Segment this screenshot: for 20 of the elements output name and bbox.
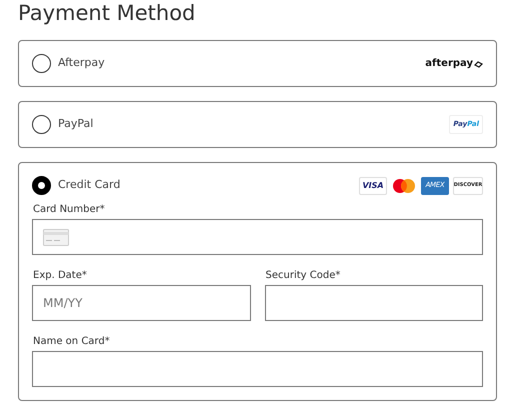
option-label: Credit Card — [58, 177, 120, 194]
mastercard-logo — [391, 176, 417, 194]
option-label: PayPal — [58, 116, 94, 132]
input-field[interactable]: MM/YY — [32, 285, 250, 321]
input-field[interactable] — [264, 285, 483, 321]
field-label: Name on Card* — [33, 335, 111, 349]
radio-button[interactable] — [32, 115, 51, 134]
visa-logo: VISA — [359, 176, 387, 194]
radio-button[interactable] — [32, 54, 51, 73]
field-label: Card Number* — [33, 203, 106, 217]
option-label: Afterpay — [58, 55, 105, 72]
field-label: Exp. Date* — [33, 269, 88, 283]
input-field[interactable] — [32, 351, 483, 387]
card-icon — [43, 228, 69, 246]
input-field[interactable] — [32, 219, 483, 255]
afterpay-logo: afterpay — [425, 56, 483, 71]
section-title: Payment Method — [18, 0, 196, 26]
field-label: Security Code* — [266, 269, 342, 283]
payment-option[interactable]: Afterpay afterpay — [18, 40, 497, 87]
radio-button[interactable] — [32, 176, 51, 195]
